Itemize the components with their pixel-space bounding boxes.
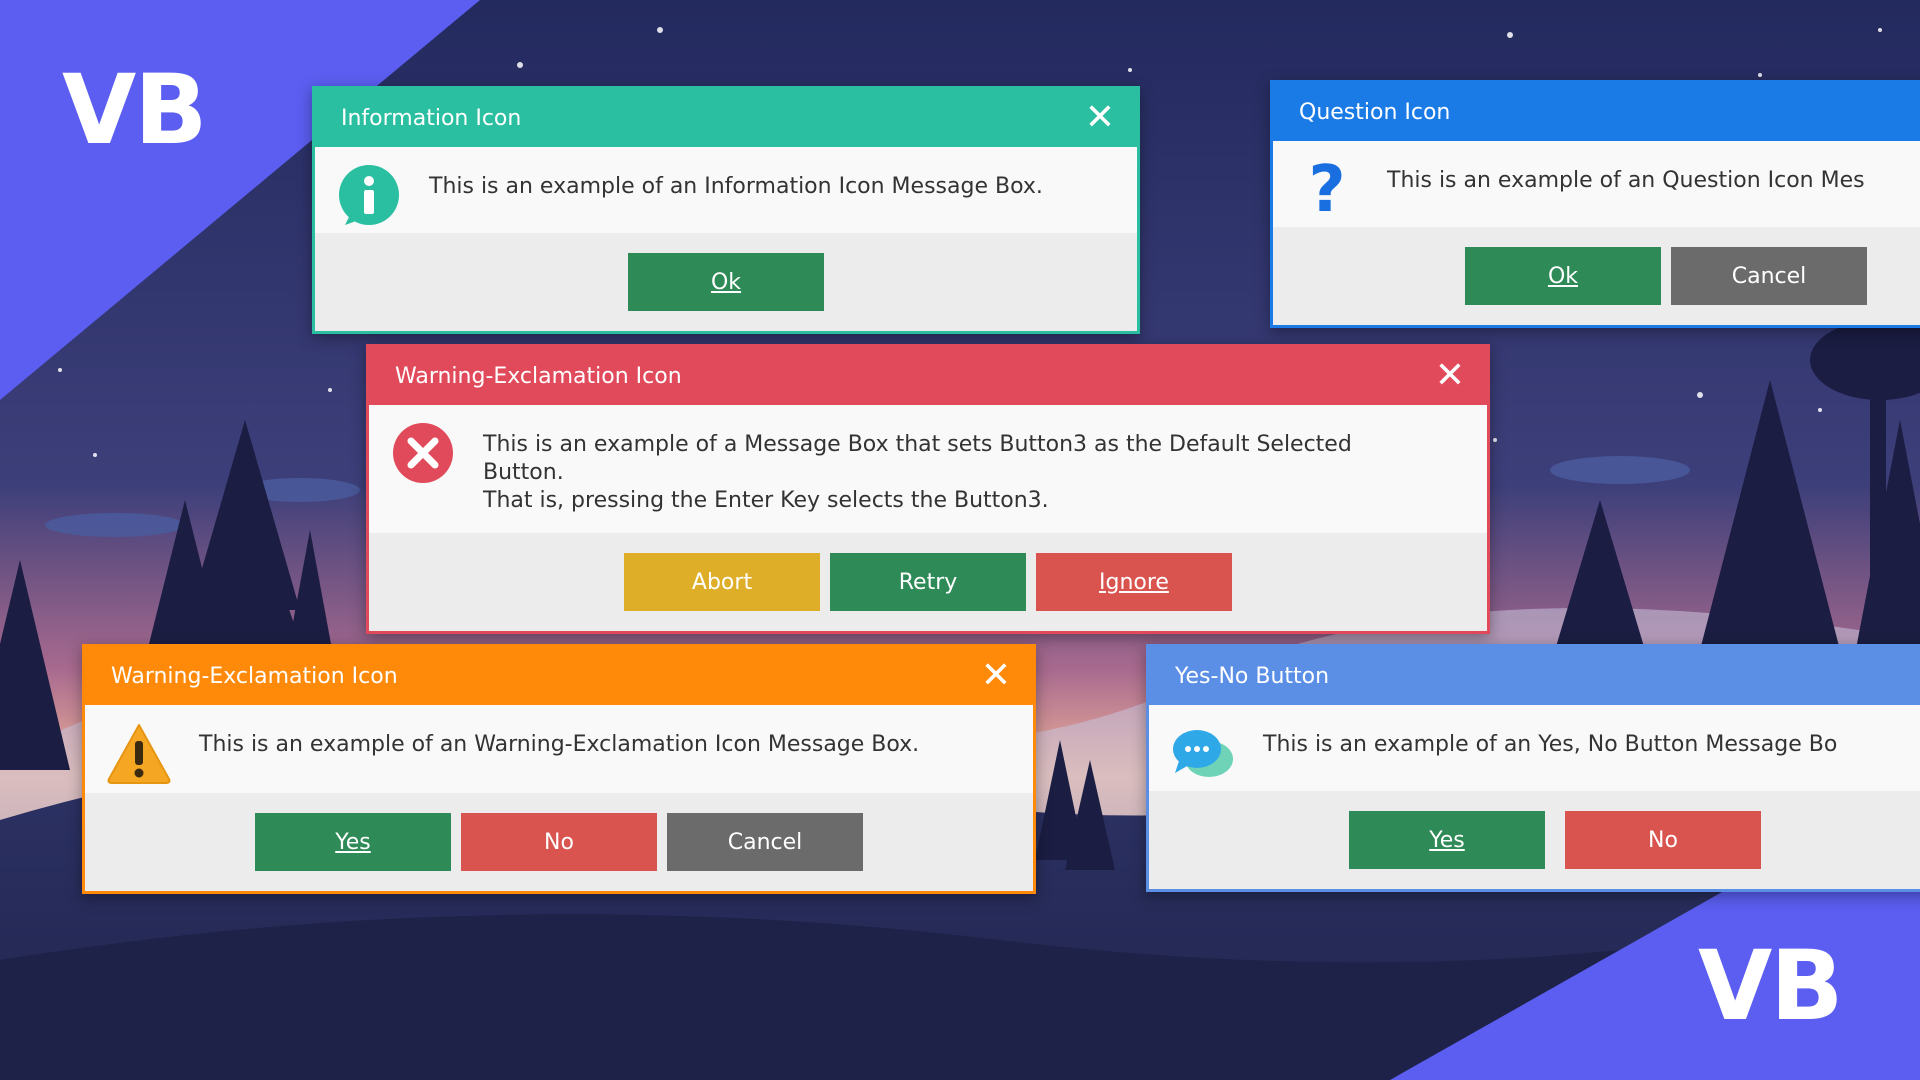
error-dialog: Warning-Exclamation Icon ✕ This is an ex… bbox=[366, 344, 1490, 634]
warning-dialog: Warning-Exclamation Icon ✕ This is an ex… bbox=[82, 644, 1036, 894]
ignore-button[interactable]: Ignore bbox=[1036, 553, 1232, 611]
vb-logo-bottom-right: VB bbox=[1698, 930, 1843, 1042]
dialog-titlebar: Information Icon ✕ bbox=[315, 89, 1137, 147]
dialog-message: This is an example of an Information Ico… bbox=[429, 174, 1043, 199]
abort-button[interactable]: Abort bbox=[624, 553, 820, 611]
dialog-button-row: Ok Cancel bbox=[1273, 227, 1920, 325]
ok-button[interactable]: Ok bbox=[1465, 247, 1661, 305]
question-dialog: Question Icon ? This is an example of an… bbox=[1270, 80, 1920, 328]
dialog-title: Warning-Exclamation Icon bbox=[395, 363, 682, 389]
yes-no-dialog: Yes-No Button This is an example of an Y… bbox=[1146, 644, 1920, 892]
error-icon bbox=[393, 423, 453, 483]
dialog-titlebar: Warning-Exclamation Icon ✕ bbox=[369, 347, 1487, 405]
dialog-body: This is an example of a Message Box that… bbox=[369, 405, 1487, 533]
chat-bubble-icon bbox=[1173, 730, 1233, 777]
question-icon: ? bbox=[1308, 155, 1345, 223]
dialog-title: Information Icon bbox=[341, 105, 522, 131]
close-icon[interactable]: ✕ bbox=[981, 658, 1011, 694]
no-button[interactable]: No bbox=[1565, 811, 1761, 869]
yes-button[interactable]: Yes bbox=[255, 813, 451, 871]
information-icon bbox=[339, 165, 399, 225]
cancel-button[interactable]: Cancel bbox=[1671, 247, 1867, 305]
retry-button[interactable]: Retry bbox=[830, 553, 1026, 611]
dialog-message: This is an example of an Yes, No Button … bbox=[1263, 732, 1838, 757]
dialog-button-row: Ok bbox=[315, 233, 1137, 331]
dialog-titlebar: Warning-Exclamation Icon ✕ bbox=[85, 647, 1033, 705]
dialog-button-row: Yes No Cancel bbox=[85, 793, 1033, 891]
close-icon[interactable]: ✕ bbox=[1085, 100, 1115, 136]
warning-icon bbox=[107, 724, 171, 784]
yes-button[interactable]: Yes bbox=[1349, 811, 1545, 869]
dialog-title: Yes-No Button bbox=[1175, 663, 1330, 689]
information-dialog: Information Icon ✕ This is an example of… bbox=[312, 86, 1140, 334]
dialog-title: Question Icon bbox=[1299, 99, 1451, 125]
dialog-body: This is an example of an Information Ico… bbox=[315, 147, 1137, 233]
dialog-button-row: Abort Retry Ignore bbox=[369, 533, 1487, 631]
dialog-message: This is an example of a Message Box that… bbox=[483, 432, 1352, 513]
dialog-button-row: Yes No bbox=[1149, 791, 1920, 889]
dialog-title: Warning-Exclamation Icon bbox=[111, 663, 398, 689]
svg-text:?: ? bbox=[1308, 155, 1345, 223]
vb-logo-top-left: VB bbox=[62, 54, 207, 166]
dialog-message: This is an example of an Warning-Exclama… bbox=[199, 732, 920, 757]
cancel-button[interactable]: Cancel bbox=[667, 813, 863, 871]
close-icon[interactable]: ✕ bbox=[1435, 358, 1465, 394]
ok-button[interactable]: Ok bbox=[628, 253, 824, 311]
dialog-titlebar: Yes-No Button bbox=[1149, 647, 1920, 705]
dialog-body: ? This is an example of an Question Icon… bbox=[1273, 141, 1920, 227]
dialog-message: This is an example of an Question Icon M… bbox=[1387, 168, 1865, 193]
dialog-titlebar: Question Icon bbox=[1273, 83, 1920, 141]
dialog-body: This is an example of an Warning-Exclama… bbox=[85, 705, 1033, 793]
no-button[interactable]: No bbox=[461, 813, 657, 871]
dialog-body: This is an example of an Yes, No Button … bbox=[1149, 705, 1920, 791]
